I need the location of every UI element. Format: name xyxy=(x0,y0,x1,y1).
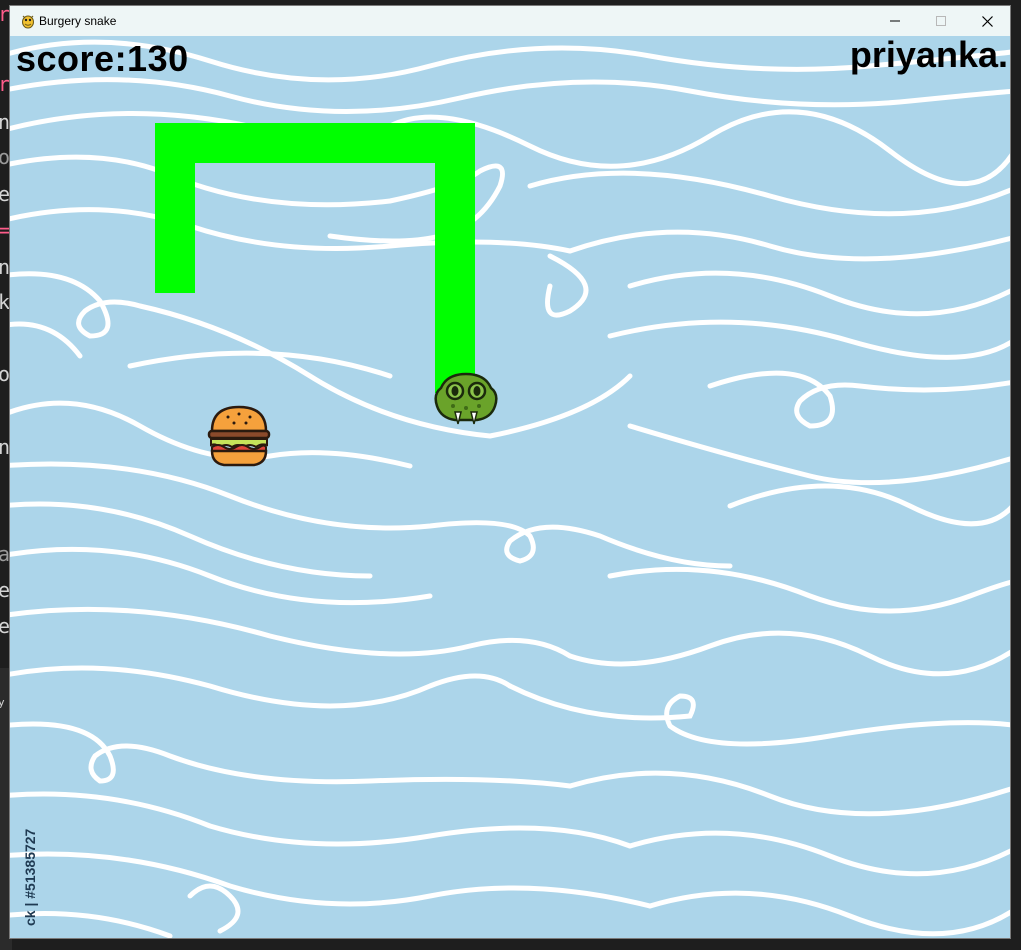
editor-glyph: r xyxy=(0,72,11,96)
snake-body-segment xyxy=(155,123,195,293)
editor-glyph: n xyxy=(0,435,11,459)
editor-glyph: = xyxy=(0,218,11,242)
editor-glyph: n xyxy=(0,255,11,279)
maximize-button[interactable] xyxy=(918,6,964,36)
snake-body-segment xyxy=(435,123,475,393)
window-title: Burgery snake xyxy=(39,14,117,28)
close-button[interactable] xyxy=(964,6,1010,36)
editor-glyph: k xyxy=(0,290,11,314)
editor-glyph: y xyxy=(0,696,5,709)
snake-body-segment xyxy=(155,123,475,163)
editor-glyph: a xyxy=(0,542,11,566)
burger-icon xyxy=(207,405,271,467)
editor-glyph: n xyxy=(0,110,11,134)
player-name: priyanka. xyxy=(849,36,1008,75)
editor-glyph: o xyxy=(0,362,11,386)
minimize-icon xyxy=(890,20,900,22)
game-window: Burgery snake score:130 priyanka. ck | #… xyxy=(10,6,1010,938)
minimize-button[interactable] xyxy=(872,6,918,36)
editor-glyph: e xyxy=(0,578,11,602)
snake-head-icon xyxy=(434,372,498,425)
pygame-snake-icon xyxy=(22,15,34,29)
editor-glyph: r xyxy=(0,2,11,26)
editor-glyph: e xyxy=(0,182,11,206)
game-canvas[interactable]: score:130 priyanka. ck | #51385727 xyxy=(10,36,1010,938)
maximize-icon xyxy=(936,16,946,26)
editor-glyph: o xyxy=(0,145,11,169)
editor-glyph: e xyxy=(0,614,11,638)
title-bar[interactable]: Burgery snake xyxy=(10,6,1010,36)
stock-watermark-id: ck | #51385727 xyxy=(22,828,38,926)
score-label: score:130 xyxy=(16,38,189,79)
close-icon xyxy=(981,15,993,27)
